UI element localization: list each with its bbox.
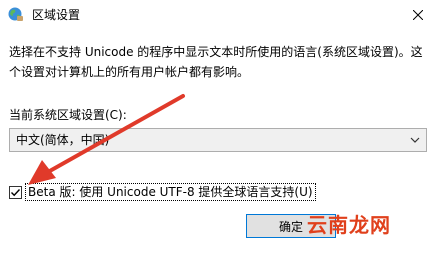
description-text: 选择在不支持 Unicode 的程序中显示文本时所使用的语言(系统区域设置)。这… bbox=[9, 45, 423, 79]
window-title: 区域设置 bbox=[32, 8, 81, 22]
title-bar: 区域设置 bbox=[0, 0, 441, 30]
beta-utf8-option[interactable]: Beta 版: 使用 Unicode UTF-8 提供全球语言支持(U) bbox=[9, 183, 316, 201]
checkmark-icon bbox=[11, 188, 21, 196]
close-button[interactable] bbox=[395, 0, 441, 30]
ok-button-label: 确定 bbox=[278, 219, 303, 234]
watermark: 云南龙网 bbox=[307, 213, 391, 237]
locale-dropdown[interactable]: 中文(简体，中国) bbox=[9, 128, 427, 152]
locale-selected-value: 中文(简体，中国) bbox=[16, 133, 110, 147]
locale-label: 当前系统区域设置(C): bbox=[9, 108, 127, 122]
beta-utf8-label[interactable]: Beta 版: 使用 Unicode UTF-8 提供全球语言支持(U) bbox=[25, 183, 316, 201]
close-icon bbox=[413, 10, 423, 20]
chevron-down-icon bbox=[410, 137, 420, 143]
beta-utf8-checkbox[interactable] bbox=[9, 185, 22, 199]
globe-icon bbox=[8, 7, 23, 21]
arrow-head bbox=[28, 160, 56, 185]
